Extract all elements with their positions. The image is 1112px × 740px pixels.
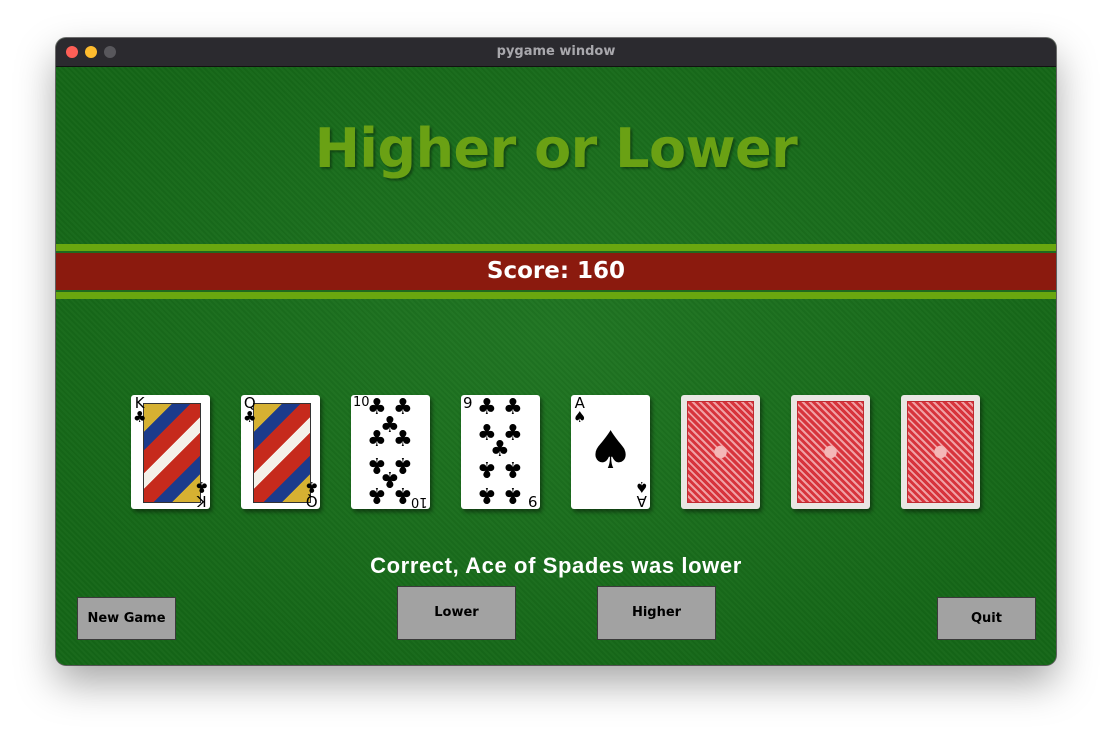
new-game-button[interactable]: New Game: [77, 597, 176, 640]
club-icon: ♣: [477, 456, 497, 481]
card-rank: Q: [305, 492, 318, 509]
window-title: pygame window: [496, 44, 616, 59]
card-rank: 9: [528, 492, 538, 509]
club-icon: ♣: [304, 478, 318, 496]
result-message: Correct, Ace of Spades was lower: [370, 553, 742, 578]
club-icon: ♣: [393, 482, 413, 507]
card-rank: 9: [463, 395, 473, 412]
card-5: ♠ A ♠ A ♠: [571, 395, 650, 509]
card-rank: K: [196, 492, 207, 509]
club-icon: ♣: [503, 456, 523, 481]
card-index-top: 9: [463, 395, 473, 412]
club-icon: ♣: [367, 482, 387, 507]
card-back-pattern: [687, 401, 754, 503]
card-rank: 10: [353, 395, 370, 410]
card-index-bottom: 10: [411, 494, 428, 509]
club-icon: ♣: [393, 427, 413, 452]
higher-button[interactable]: Higher: [597, 586, 716, 640]
card-back-pattern: [907, 401, 974, 503]
card-index-top: A ♠: [573, 396, 587, 426]
club-icon: ♣: [477, 482, 497, 507]
club-icon: ♣: [503, 482, 523, 507]
spade-icon: ♠: [634, 478, 648, 496]
card-index-top: 10: [353, 396, 370, 410]
card-3: ♣ ♣ ♣ ♣ ♣ ♣ ♣ ♣ ♣ ♣ 10 10: [351, 395, 430, 509]
card-index-top: Q ♣: [243, 396, 257, 426]
game-title: Higher or Lower: [314, 117, 798, 180]
club-icon: ♣: [477, 395, 497, 420]
card-1: K ♣ K ♣: [131, 395, 210, 509]
face-card-art: [143, 403, 201, 503]
card-2: Q ♣ Q ♣: [241, 395, 320, 509]
quit-button[interactable]: Quit: [937, 597, 1036, 640]
club-icon: ♣: [243, 408, 257, 426]
card-rank: A: [636, 492, 647, 509]
card-index-bottom: 9: [528, 492, 538, 509]
club-icon: ♣: [367, 427, 387, 452]
spade-icon: ♠: [587, 421, 634, 481]
card-index-bottom: A ♠: [634, 478, 648, 509]
club-icon: ♣: [503, 395, 523, 420]
card-index-bottom: Q ♣: [304, 478, 318, 509]
score-label: Score: 160: [486, 258, 626, 284]
card-index-bottom: K ♣: [194, 478, 208, 509]
window-titlebar: pygame window: [56, 38, 1056, 67]
spade-icon: ♠: [573, 408, 587, 426]
card-pips: ♣ ♣ ♣ ♣ ♣ ♣ ♣ ♣ ♣ ♣: [351, 395, 430, 509]
lower-button[interactable]: Lower: [397, 586, 516, 640]
card-rank: 10: [411, 494, 428, 509]
club-icon: ♣: [133, 408, 147, 426]
club-icon: ♣: [194, 478, 208, 496]
card-index-top: K ♣: [133, 396, 147, 426]
card-6-face-down: [681, 395, 760, 509]
card-8-face-down: [901, 395, 980, 509]
card-back-pattern: [797, 401, 864, 503]
game-table: Higher or Lower Score: 160 K ♣ K ♣ Q ♣ Q: [56, 67, 1056, 665]
face-card-art: [253, 403, 311, 503]
card-4: ♣ ♣ ♣ ♣ ♣ ♣ ♣ ♣ ♣ 9 9: [461, 395, 540, 509]
card-7-face-down: [791, 395, 870, 509]
game-window: pygame window Higher or Lower Score: 160…: [56, 38, 1056, 665]
